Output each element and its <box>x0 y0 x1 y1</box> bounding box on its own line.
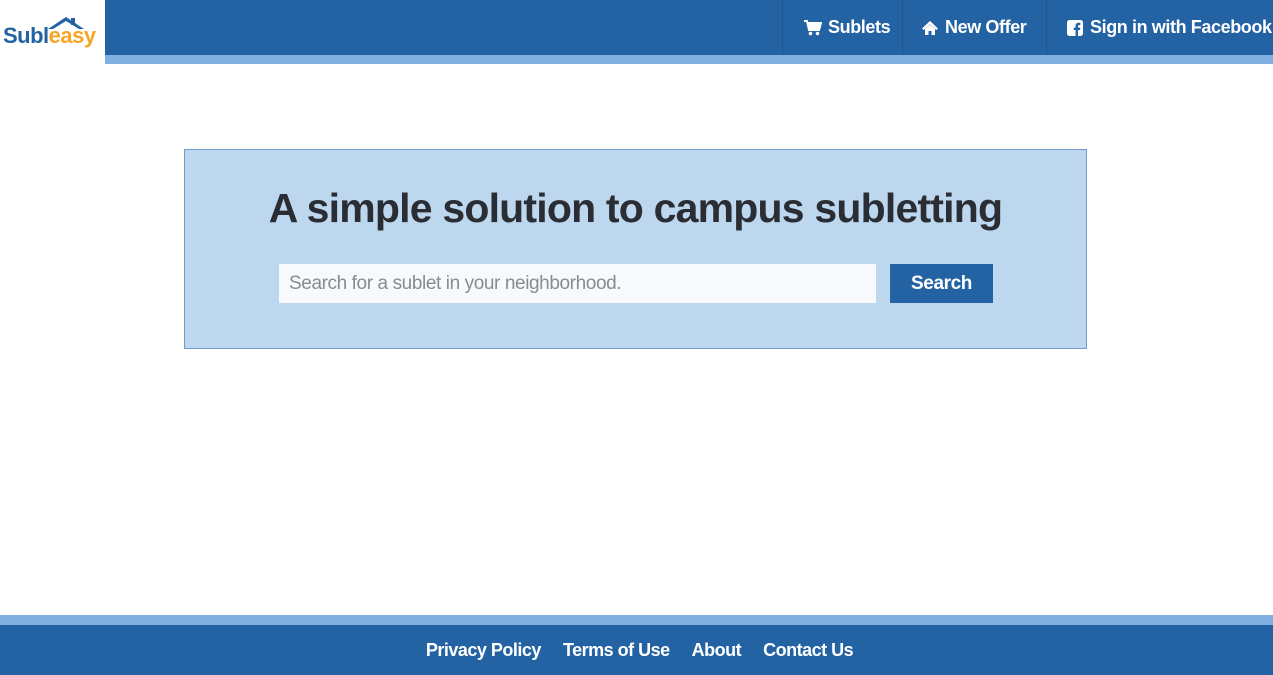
logo-text-sub: Subl <box>3 23 49 48</box>
footer-stripe <box>0 615 1273 625</box>
nav-item-facebook-signin[interactable]: Sign in with Facebook <box>1046 0 1273 55</box>
footer-bar: Privacy Policy Terms of Use About Contac… <box>0 625 1273 675</box>
cart-icon <box>804 19 822 37</box>
facebook-icon <box>1066 19 1084 37</box>
nav-item-new-offer[interactable]: New Offer <box>902 0 1046 55</box>
footer-link-privacy-policy[interactable]: Privacy Policy <box>426 640 542 661</box>
logo-text-easy: easy <box>48 23 96 48</box>
top-navbar: Subleasy Sublets New Offer Sign in with … <box>0 0 1273 64</box>
navbar-stripe <box>0 55 1273 64</box>
search-button[interactable]: Search <box>890 264 993 303</box>
footer-link-terms-of-use[interactable]: Terms of Use <box>563 640 670 661</box>
search-input[interactable] <box>279 264 876 303</box>
home-icon <box>921 19 939 37</box>
nav-item-sublets[interactable]: Sublets <box>782 0 902 55</box>
nav-menu: Sublets New Offer Sign in with Facebook <box>782 0 1273 55</box>
footer: Privacy Policy Terms of Use About Contac… <box>0 615 1273 675</box>
logo-text: Subleasy <box>3 22 96 50</box>
logo[interactable]: Subleasy <box>0 0 105 64</box>
nav-item-new-offer-label: New Offer <box>945 17 1027 37</box>
nav-item-facebook-label: Sign in with Facebook <box>1090 17 1272 37</box>
hero-title: A simple solution to campus subletting <box>268 185 1003 231</box>
footer-link-about[interactable]: About <box>692 640 742 661</box>
footer-link-contact-us[interactable]: Contact Us <box>763 640 854 661</box>
hero-panel: A simple solution to campus subletting S… <box>184 149 1087 349</box>
footer-links: Privacy Policy Terms of Use About Contac… <box>0 625 1273 675</box>
nav-item-sublets-label: Sublets <box>828 17 891 37</box>
